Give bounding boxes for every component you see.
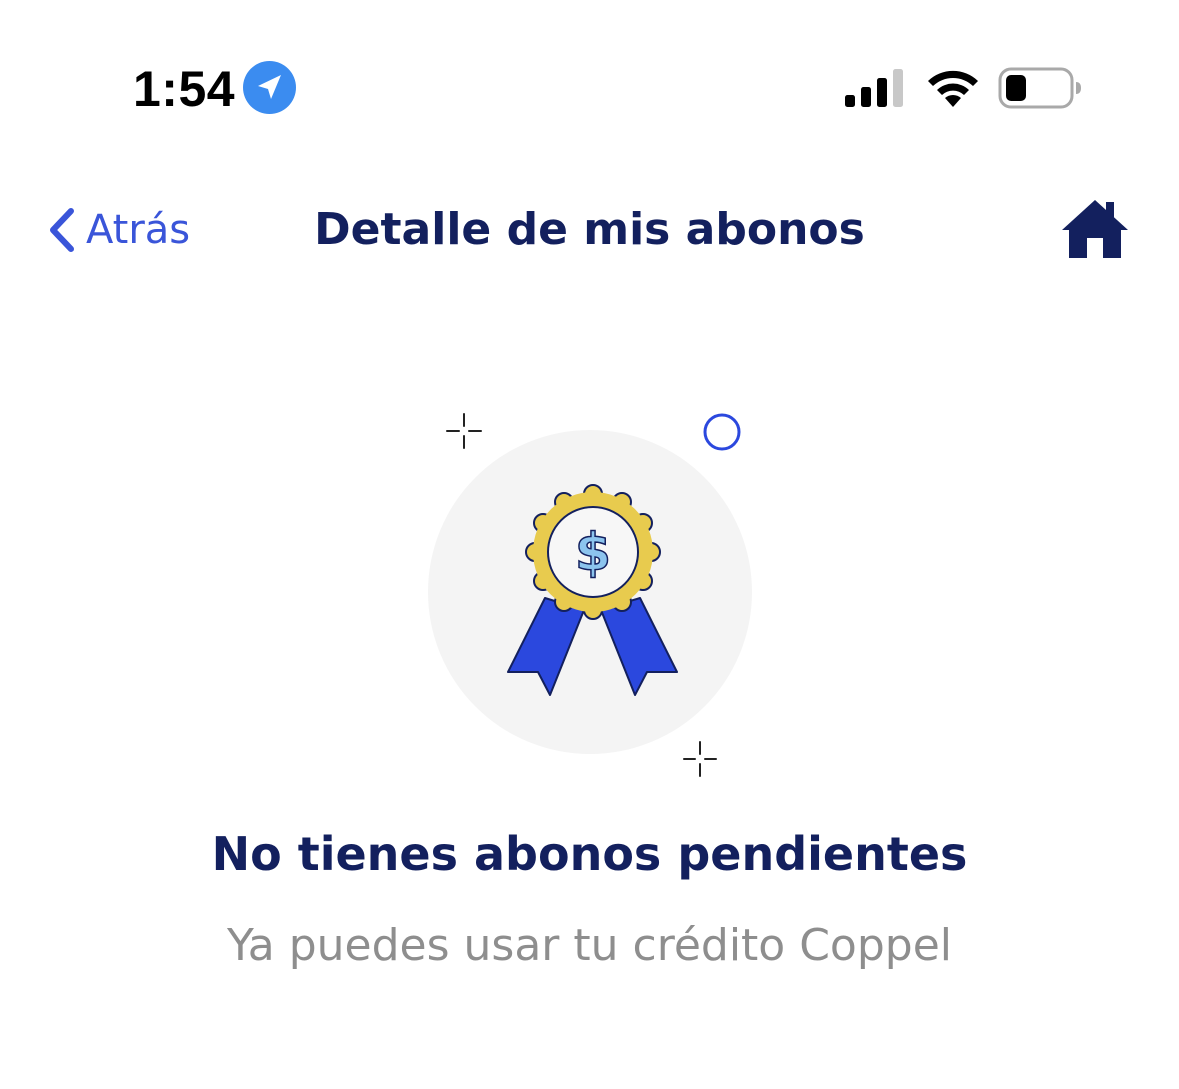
- empty-state-subtitle: Ya puedes usar tu crédito Coppel: [226, 920, 953, 971]
- status-time: 1:54: [133, 61, 236, 117]
- svg-text:$: $: [575, 523, 611, 583]
- empty-state-title: No tienes abonos pendientes: [211, 827, 968, 881]
- wifi-icon: [928, 70, 978, 107]
- status-bar: 1:54: [0, 0, 1179, 150]
- award-ribbon-icon: $: [428, 413, 752, 777]
- chevron-left-icon: [50, 208, 74, 252]
- home-icon[interactable]: [1060, 198, 1130, 262]
- location-arrow-icon: [243, 61, 296, 114]
- back-button-label: Atrás: [86, 207, 191, 253]
- cellular-signal-icon: [845, 69, 903, 107]
- navigation-bar: Atrás Detalle de mis abonos: [0, 180, 1179, 280]
- back-button[interactable]: Atrás: [48, 200, 190, 260]
- battery-icon: [998, 67, 1081, 109]
